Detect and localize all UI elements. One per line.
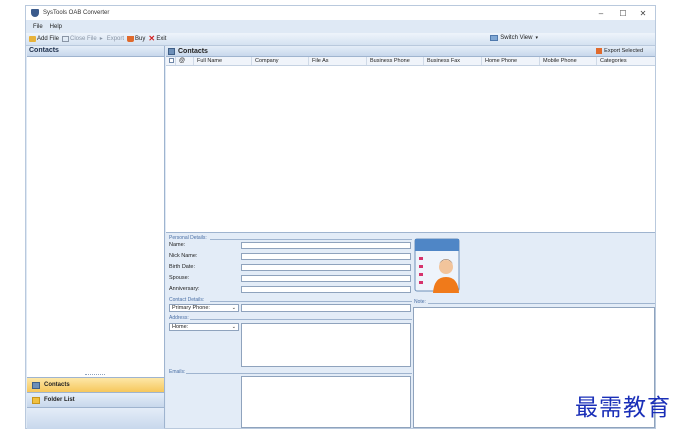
switch-view-icon xyxy=(490,35,499,41)
export-button[interactable]: ▸ Export xyxy=(100,36,124,42)
nav-overflow-area xyxy=(27,407,164,429)
nav-folder-list-label: Folder List xyxy=(44,397,75,403)
col-full-name[interactable]: Full Name xyxy=(193,57,251,65)
birth-date-label: Birth Date: xyxy=(169,264,195,270)
spouse-field[interactable] xyxy=(241,275,411,282)
menu-help[interactable]: Help xyxy=(50,24,62,30)
watermark-text: 最需教育 xyxy=(575,395,671,421)
menu-file[interactable]: File xyxy=(33,24,43,30)
cart-icon xyxy=(127,36,135,42)
title-bar: SysTools OAB Converter – ☐ ✕ xyxy=(26,6,655,20)
window-title: SysTools OAB Converter xyxy=(43,10,110,16)
close-file-button[interactable]: Close File xyxy=(62,36,97,42)
address-heading: Address: xyxy=(169,315,189,321)
col-file-as[interactable]: File As xyxy=(308,57,366,65)
grid-select-column[interactable] xyxy=(166,57,175,65)
anniversary-label: Anniversary: xyxy=(169,286,200,292)
contact-details-divider xyxy=(210,301,412,302)
maximize-button[interactable]: ☐ xyxy=(613,6,633,20)
emails-heading: Emails: xyxy=(169,369,186,375)
contact-details-heading: Contact Details: xyxy=(169,297,205,303)
chevron-down-icon: ⌄ xyxy=(231,305,236,311)
chevron-down-icon: ⌄ xyxy=(231,324,236,330)
exit-label: Exit xyxy=(156,36,167,42)
nick-name-field[interactable] xyxy=(241,253,411,260)
col-home-phone[interactable]: Home Phone xyxy=(481,57,539,65)
export-selected-icon xyxy=(596,48,603,54)
anniversary-field[interactable] xyxy=(241,286,411,293)
left-pane: Contacts Contacts Folder List xyxy=(27,46,165,429)
nav-folder-list-button[interactable]: Folder List xyxy=(27,392,164,407)
emails-list[interactable] xyxy=(241,376,411,428)
personal-details-heading: Personal Details: xyxy=(169,235,207,241)
menu-bar: File Help xyxy=(26,22,655,32)
col-categories[interactable]: Categories xyxy=(596,57,655,65)
note-heading: Note: xyxy=(414,299,426,305)
contacts-grid[interactable]: @ Full Name Company File As Business Pho… xyxy=(166,57,655,233)
contacts-header-icon xyxy=(168,47,175,55)
switch-view-label: Switch View xyxy=(500,35,533,41)
address-type-value: Home: xyxy=(172,324,189,330)
nick-name-label: Nick Name: xyxy=(169,253,198,259)
minimize-button[interactable]: – xyxy=(591,6,611,20)
app-window: SysTools OAB Converter – ☐ ✕ File Help A… xyxy=(25,5,656,429)
close-file-label: Close File xyxy=(70,36,97,42)
name-field[interactable] xyxy=(241,242,411,249)
splitter-grip[interactable] xyxy=(85,374,105,376)
nav-contacts-button[interactable]: Contacts xyxy=(27,377,164,392)
address-textarea[interactable] xyxy=(241,323,411,367)
exit-x-icon: ✕ xyxy=(148,34,156,43)
note-divider xyxy=(428,303,655,304)
col-company[interactable]: Company xyxy=(251,57,308,65)
nav-contacts-label: Contacts xyxy=(44,382,70,388)
export-arrow-icon: ▸ xyxy=(99,36,103,42)
contacts-header-title: Contacts xyxy=(178,47,208,55)
folder-icon xyxy=(32,396,40,404)
switch-view-button[interactable]: Switch View ▾ xyxy=(490,35,538,41)
buy-label: Buy xyxy=(135,36,146,42)
close-file-icon xyxy=(62,36,70,42)
select-all-checkbox[interactable] xyxy=(169,58,174,63)
export-selected-label: Export Selected xyxy=(604,48,643,54)
address-divider xyxy=(190,319,412,320)
add-file-button[interactable]: Add File xyxy=(29,36,59,42)
col-business-fax[interactable]: Business Fax xyxy=(423,57,481,65)
col-mobile-phone[interactable]: Mobile Phone xyxy=(539,57,596,65)
contacts-header: Contacts Export Selected xyxy=(166,46,655,57)
contact-card-avatar-icon xyxy=(414,238,460,293)
phone-number-field[interactable] xyxy=(241,304,411,312)
personal-details-divider xyxy=(210,239,412,240)
address-type-select[interactable]: Home: ⌄ xyxy=(169,323,239,331)
contacts-card-icon xyxy=(32,381,40,389)
birth-date-field[interactable] xyxy=(241,264,411,271)
phone-type-select[interactable]: Primary Phone: ⌄ xyxy=(169,304,239,312)
emails-divider xyxy=(186,373,412,374)
app-logo-icon xyxy=(31,9,39,17)
contact-photo xyxy=(413,237,463,295)
toolbar: Add File Close File ▸ Export Buy ✕ Exit xyxy=(26,33,655,46)
name-label: Name: xyxy=(169,242,186,248)
export-label: Export xyxy=(106,36,125,42)
phone-type-value: Primary Phone: xyxy=(172,305,210,311)
grid-header-row: @ Full Name Company File As Business Pho… xyxy=(166,57,655,66)
attachment-column[interactable]: @ xyxy=(175,57,186,65)
chevron-down-icon: ▾ xyxy=(535,35,538,41)
close-window-button[interactable]: ✕ xyxy=(633,6,653,20)
folder-add-icon xyxy=(29,36,36,42)
export-selected-button[interactable]: Export Selected xyxy=(596,47,643,55)
folder-tree[interactable] xyxy=(27,57,164,373)
buy-button[interactable]: Buy xyxy=(127,36,145,42)
left-pane-title: Contacts xyxy=(27,46,164,57)
col-business-phone[interactable]: Business Phone xyxy=(366,57,423,65)
exit-button[interactable]: ✕ Exit xyxy=(148,34,167,43)
attachment-icon: @ xyxy=(179,58,186,64)
contacts-pane: Contacts Export Selected @ Full Name Com… xyxy=(166,46,655,428)
add-file-label: Add File xyxy=(37,36,60,42)
spouse-label: Spouse: xyxy=(169,275,190,281)
